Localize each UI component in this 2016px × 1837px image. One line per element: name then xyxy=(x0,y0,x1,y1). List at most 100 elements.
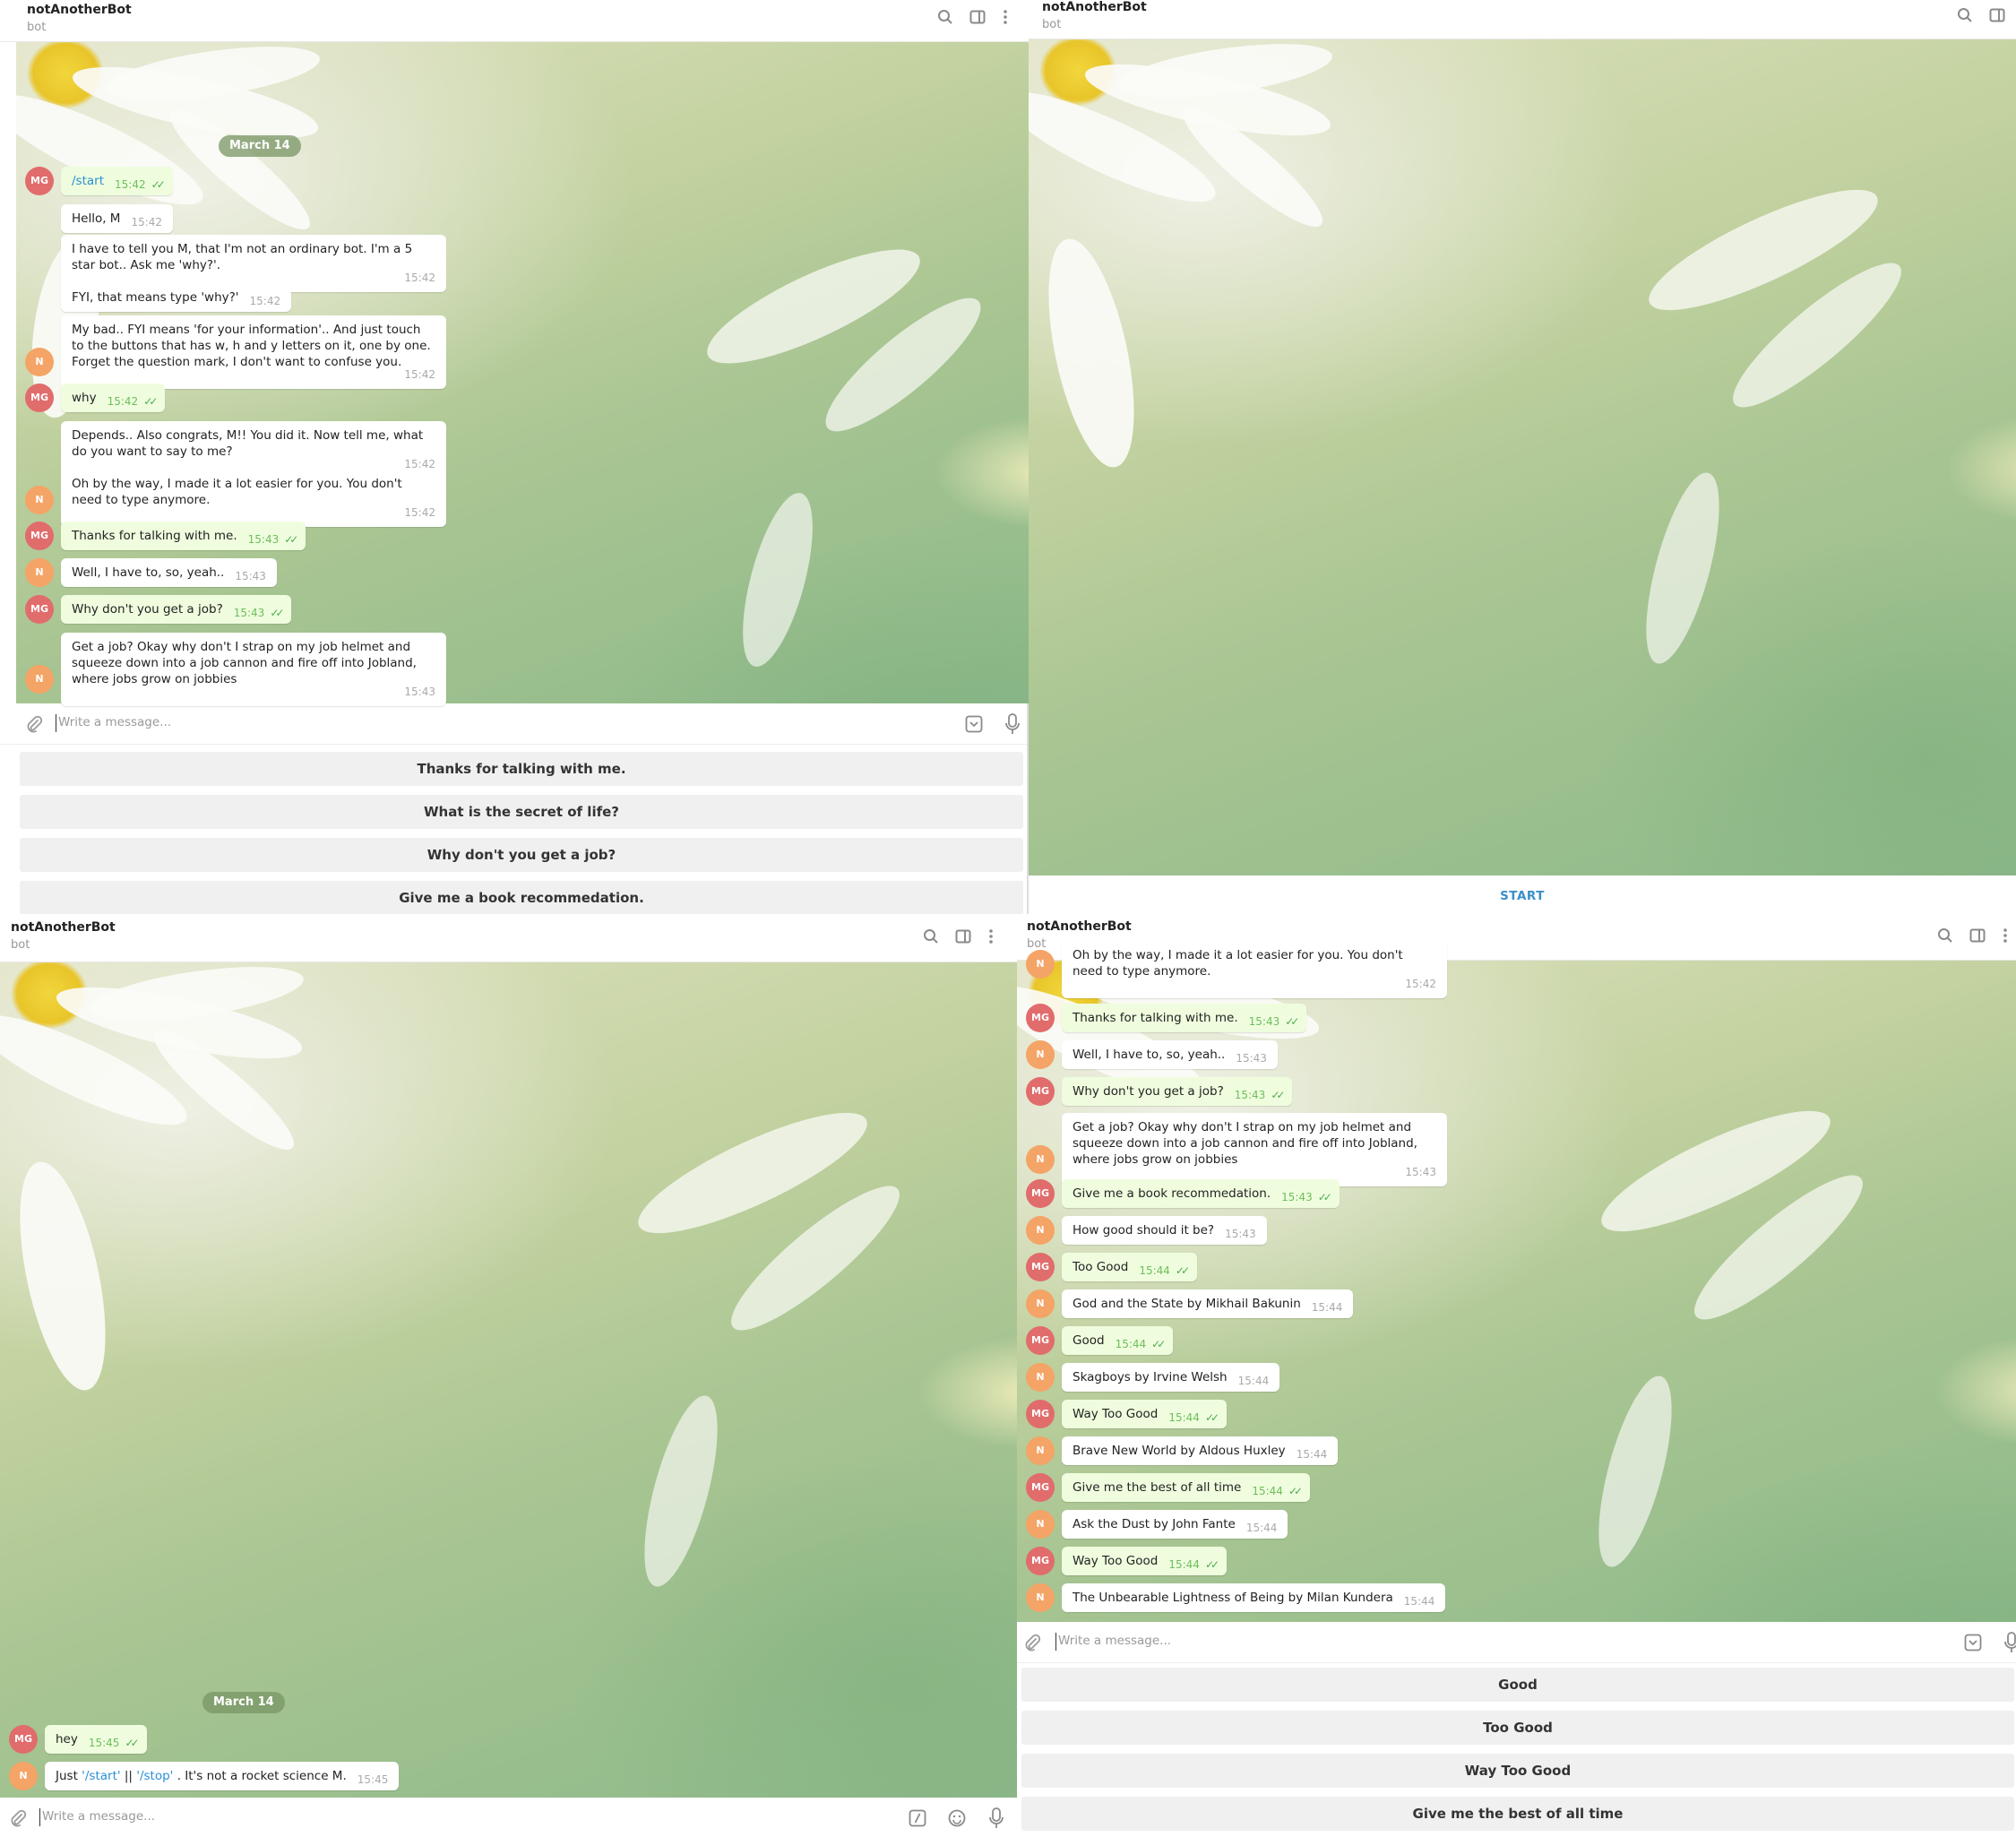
avatar[interactable]: MG xyxy=(1026,1004,1055,1032)
avatar[interactable]: MG xyxy=(1026,1400,1055,1428)
message-input[interactable]: Write a message... xyxy=(58,715,171,729)
start-button[interactable]: START xyxy=(1029,878,2016,914)
avatar[interactable]: MG xyxy=(1026,1473,1055,1502)
outgoing-message[interactable]: Thanks for talking with me. 15:43 ✓✓ xyxy=(61,522,306,550)
keyboard-button[interactable]: Way Too Good xyxy=(1021,1754,2014,1788)
avatar[interactable]: MG xyxy=(1026,1253,1055,1281)
message-input[interactable]: Write a message... xyxy=(1058,1634,1171,1648)
bot-keyboard-icon[interactable] xyxy=(965,715,983,733)
keyboard-button[interactable]: Why don't you get a job? xyxy=(20,838,1023,872)
incoming-message[interactable]: Ask the Dust by John Fante 15:44 xyxy=(1062,1510,1288,1539)
outgoing-message[interactable]: Good 15:44 ✓✓ xyxy=(1062,1326,1174,1355)
incoming-message[interactable]: Brave New World by Aldous Huxley 15:44 xyxy=(1062,1436,1339,1465)
read-checkmarks-icon: ✓✓ xyxy=(1204,1411,1219,1424)
more-menu-icon[interactable] xyxy=(2002,927,2009,944)
command-link[interactable]: '/start' xyxy=(82,1769,120,1783)
incoming-message[interactable]: My bad.. FYI means 'for your information… xyxy=(61,315,446,389)
date-separator: March 14 xyxy=(219,135,301,157)
avatar[interactable]: MG xyxy=(1026,1326,1055,1355)
avatar[interactable]: MG xyxy=(1026,1547,1055,1575)
keyboard-button[interactable]: Thanks for talking with me. xyxy=(20,752,1023,786)
keyboard-button[interactable]: Give me the best of all time xyxy=(1021,1797,2014,1831)
avatar[interactable]: MG xyxy=(1026,1179,1055,1208)
search-icon[interactable] xyxy=(1937,927,1953,944)
avatar[interactable]: N xyxy=(1026,950,1055,979)
date-separator: March 14 xyxy=(202,1692,285,1713)
search-icon[interactable] xyxy=(923,928,939,944)
avatar[interactable]: N xyxy=(9,1762,38,1790)
outgoing-message[interactable]: Way Too Good 15:44 ✓✓ xyxy=(1062,1400,1228,1428)
avatar[interactable]: MG xyxy=(25,384,54,412)
bot-keyboard-icon[interactable] xyxy=(1964,1634,1982,1652)
sidebar-toggle-icon[interactable] xyxy=(969,9,986,25)
outgoing-message[interactable]: /start 15:42 ✓✓ xyxy=(61,167,173,195)
avatar[interactable]: N xyxy=(1026,1363,1055,1392)
chat-title[interactable]: notAnotherBot xyxy=(1027,919,1132,934)
sidebar-toggle-icon[interactable] xyxy=(1969,927,1986,944)
chat-title[interactable]: notAnotherBot xyxy=(11,920,116,935)
incoming-message[interactable]: Skagboys by Irvine Welsh 15:44 xyxy=(1062,1363,1280,1392)
keyboard-button[interactable]: What is the secret of life? xyxy=(20,795,1023,829)
microphone-icon[interactable] xyxy=(2004,1632,2016,1653)
avatar[interactable]: MG xyxy=(25,167,54,195)
microphone-icon[interactable] xyxy=(989,1807,1004,1829)
bot-commands-icon[interactable] xyxy=(909,1809,926,1827)
avatar[interactable]: N xyxy=(25,486,54,514)
incoming-message[interactable]: Get a job? Okay why don't I strap on my … xyxy=(1062,1113,1447,1186)
more-menu-icon[interactable] xyxy=(987,928,995,944)
avatar[interactable]: N xyxy=(1026,1145,1055,1174)
incoming-message[interactable]: The Unbearable Lightness of Being by Mil… xyxy=(1062,1583,1446,1612)
command-link[interactable]: '/stop' xyxy=(136,1769,173,1783)
sidebar-toggle-icon[interactable] xyxy=(955,928,971,944)
outgoing-message[interactable]: Way Too Good 15:44 ✓✓ xyxy=(1062,1547,1228,1575)
emoji-icon[interactable] xyxy=(948,1809,966,1827)
avatar[interactable]: N xyxy=(1026,1583,1055,1612)
message-input[interactable]: Write a message... xyxy=(42,1809,155,1824)
incoming-message[interactable]: FYI, that means type 'why?' 15:42 xyxy=(61,283,292,312)
avatar[interactable]: MG xyxy=(1026,1077,1055,1106)
avatar[interactable]: MG xyxy=(25,595,54,624)
avatar[interactable]: N xyxy=(1026,1289,1055,1318)
avatar[interactable]: N xyxy=(1026,1436,1055,1465)
incoming-message[interactable]: Hello, M 15:42 xyxy=(61,204,174,233)
message-text: Good xyxy=(1073,1333,1105,1348)
outgoing-message[interactable]: Thanks for talking with me. 15:43 ✓✓ xyxy=(1062,1004,1307,1032)
outgoing-message[interactable]: Give me a book recommedation. 15:43 ✓✓ xyxy=(1062,1179,1340,1208)
outgoing-message[interactable]: hey 15:45 ✓✓ xyxy=(45,1725,147,1754)
keyboard-button[interactable]: Good xyxy=(1021,1668,2014,1702)
avatar[interactable]: N xyxy=(1026,1510,1055,1539)
incoming-message[interactable]: How good should it be? 15:43 xyxy=(1062,1216,1267,1245)
microphone-icon[interactable] xyxy=(1005,713,1020,735)
incoming-message[interactable]: Just '/start' || '/stop' . It's not a ro… xyxy=(45,1762,400,1790)
chat-title[interactable]: notAnotherBot xyxy=(1042,0,1147,14)
incoming-message[interactable]: Get a job? Okay why don't I strap on my … xyxy=(61,633,446,706)
attach-icon[interactable] xyxy=(1023,1634,1041,1652)
attach-icon[interactable] xyxy=(25,715,43,733)
avatar[interactable]: MG xyxy=(25,522,54,550)
incoming-message[interactable]: Oh by the way, I made it a lot easier fo… xyxy=(61,470,446,527)
avatar[interactable]: N xyxy=(1026,1216,1055,1245)
chat-title[interactable]: notAnotherBot xyxy=(27,3,132,17)
outgoing-message[interactable]: Why don't you get a job? 15:43 ✓✓ xyxy=(1062,1077,1293,1106)
incoming-message[interactable]: Well, I have to, so, yeah.. 15:43 xyxy=(1062,1040,1278,1069)
avatar[interactable]: N xyxy=(25,665,54,694)
avatar[interactable]: N xyxy=(25,558,54,587)
sidebar-toggle-icon[interactable] xyxy=(1989,7,2005,23)
incoming-message[interactable]: Oh by the way, I made it a lot easier fo… xyxy=(1062,941,1447,998)
more-menu-icon[interactable] xyxy=(1002,9,1009,25)
keyboard-button[interactable]: Too Good xyxy=(1021,1711,2014,1745)
attach-icon[interactable] xyxy=(9,1809,27,1827)
outgoing-message[interactable]: Why don't you get a job? 15:43 ✓✓ xyxy=(61,595,292,624)
keyboard-button[interactable]: Give me a book recommedation. xyxy=(20,881,1023,914)
search-icon[interactable] xyxy=(937,9,953,25)
message-text: Thanks for talking with me. xyxy=(1073,1011,1238,1025)
incoming-message[interactable]: Well, I have to, so, yeah.. 15:43 xyxy=(61,558,277,587)
avatar[interactable]: N xyxy=(1026,1040,1055,1069)
outgoing-message[interactable]: why 15:42 ✓✓ xyxy=(61,384,166,412)
incoming-message[interactable]: God and the State by Mikhail Bakunin 15:4… xyxy=(1062,1289,1354,1318)
outgoing-message[interactable]: Give me the best of all time 15:44 ✓✓ xyxy=(1062,1473,1311,1502)
outgoing-message[interactable]: Too Good 15:44 ✓✓ xyxy=(1062,1253,1198,1281)
avatar[interactable]: N xyxy=(25,348,54,376)
avatar[interactable]: MG xyxy=(9,1725,38,1754)
search-icon[interactable] xyxy=(1957,7,1973,23)
